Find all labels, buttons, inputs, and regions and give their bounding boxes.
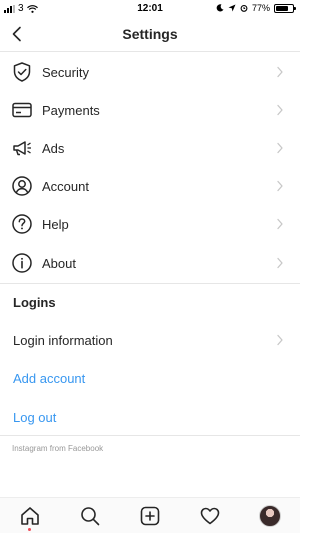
chevron-right-icon — [277, 142, 283, 154]
menu-item-label: Account — [42, 178, 89, 194]
chevron-right-icon — [277, 257, 283, 269]
tab-search[interactable] — [78, 504, 102, 528]
chevron-right-icon — [277, 334, 283, 346]
add-account-link[interactable]: Add account — [0, 359, 300, 397]
menu-item-label: Security — [42, 64, 89, 80]
menu-item-account[interactable]: Account — [0, 167, 300, 205]
battery-icon — [274, 3, 296, 13]
megaphone-icon — [13, 141, 31, 156]
log-out-label: Log out — [13, 409, 57, 425]
home-icon — [21, 507, 39, 525]
add-account-label: Add account — [13, 370, 86, 386]
search-icon — [81, 507, 100, 526]
menu-item-label: Payments — [42, 102, 100, 118]
credit-card-icon — [12, 102, 32, 118]
tab-bar — [0, 497, 300, 533]
chevron-right-icon — [277, 66, 283, 78]
log-out-link[interactable]: Log out — [0, 398, 300, 436]
login-information-item[interactable]: Login information — [0, 321, 300, 359]
status-right: 77% — [216, 3, 296, 13]
profile-avatar — [259, 505, 281, 527]
menu-item-help[interactable]: Help — [0, 205, 300, 243]
menu-item-payments[interactable]: Payments — [0, 91, 300, 129]
menu-item-about[interactable]: About — [0, 244, 300, 282]
user-circle-icon — [12, 176, 32, 196]
page-title: Settings — [122, 26, 178, 42]
logins-section-header: Logins — [0, 283, 300, 321]
section-divider — [0, 435, 300, 436]
header: Settings — [0, 18, 300, 52]
tab-profile[interactable] — [258, 504, 282, 528]
location-icon — [228, 4, 236, 12]
notification-dot — [28, 528, 31, 531]
menu-item-label: About — [42, 255, 76, 271]
tab-home[interactable] — [18, 504, 42, 528]
footer-text: Instagram from Facebook — [12, 444, 104, 453]
status-bar: 3 12:01 77% — [0, 0, 300, 18]
tab-add-post[interactable] — [138, 504, 162, 528]
menu-item-label: Help — [42, 216, 69, 232]
chevron-right-icon — [277, 104, 283, 116]
question-circle-icon — [12, 214, 32, 234]
menu-item-label: Ads — [42, 140, 65, 156]
info-circle-icon — [12, 253, 32, 273]
section-title: Logins — [13, 294, 56, 310]
alarm-icon — [240, 4, 248, 12]
login-information-label: Login information — [13, 332, 113, 348]
moon-icon — [216, 4, 224, 12]
add-post-icon — [140, 506, 160, 526]
chevron-right-icon — [277, 180, 283, 192]
shield-check-icon — [13, 62, 31, 82]
battery-percent: 77% — [251, 3, 270, 13]
tab-activity[interactable] — [198, 504, 222, 528]
menu-item-ads[interactable]: Ads — [0, 129, 300, 167]
chevron-right-icon — [277, 218, 283, 230]
menu-item-security[interactable]: Security — [0, 53, 300, 91]
heart-icon — [200, 507, 220, 525]
